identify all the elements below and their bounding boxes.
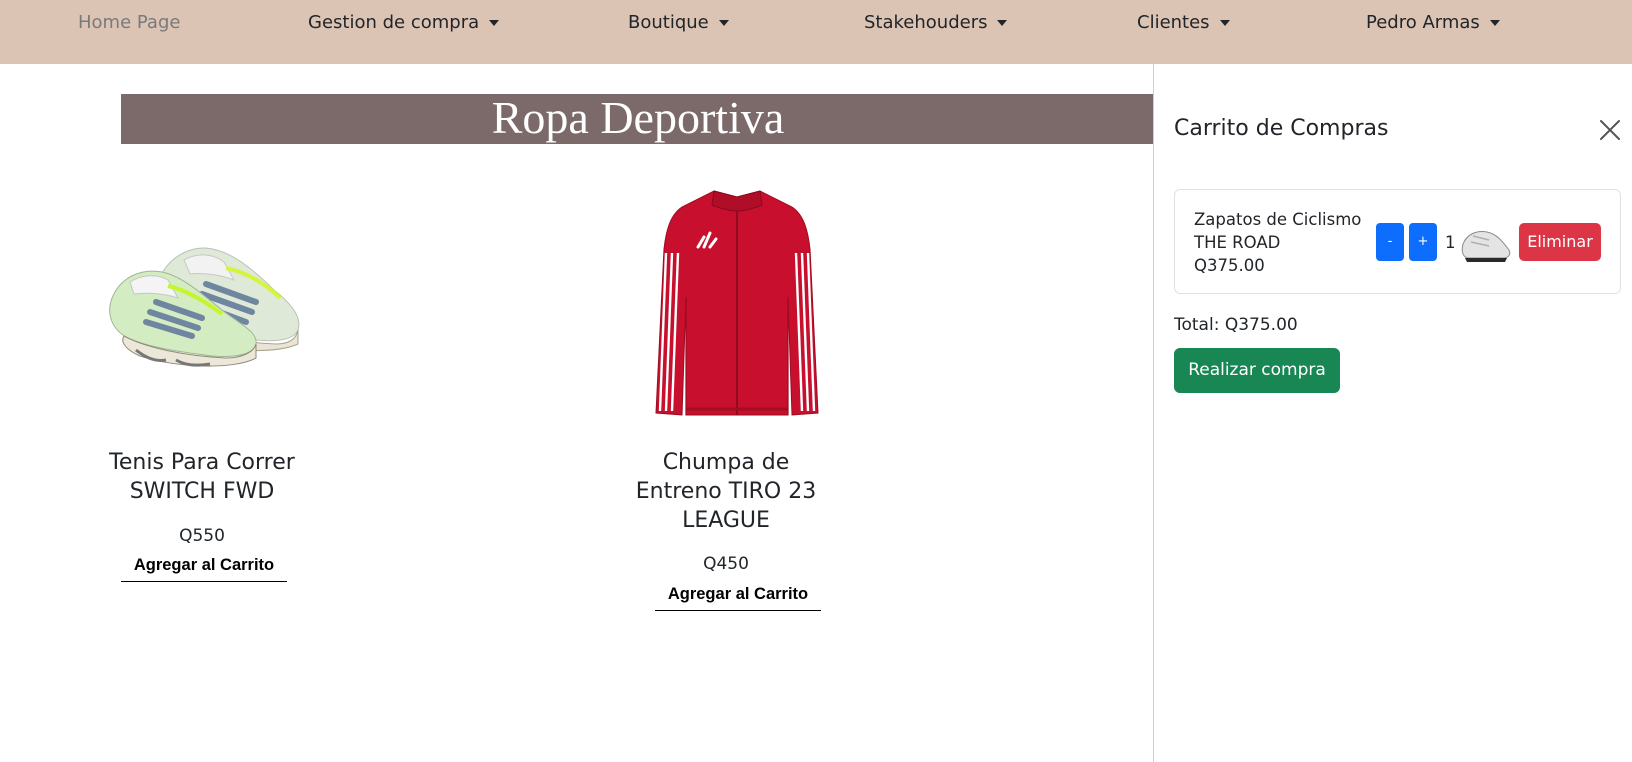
caret-down-icon bbox=[489, 19, 500, 26]
top-navbar: Home Page Gestion de compra Boutique Sta… bbox=[0, 0, 1632, 64]
checkout-button[interactable]: Realizar compra bbox=[1174, 348, 1340, 393]
nav-clientes-dropdown[interactable]: Clientes bbox=[1137, 12, 1230, 33]
nav-home-label: Home Page bbox=[78, 12, 181, 33]
caret-down-icon bbox=[1489, 19, 1500, 26]
category-banner: Ropa Deportiva bbox=[121, 94, 1155, 144]
cart-offcanvas: Carrito de Compras Zapatos de Ciclismo T… bbox=[1153, 64, 1632, 762]
nav-stakeholders-label: Stakehouders bbox=[864, 12, 988, 33]
nav-user-dropdown[interactable]: Pedro Armas bbox=[1366, 12, 1500, 33]
nav-boutique-dropdown[interactable]: Boutique bbox=[628, 12, 729, 33]
nav-user-label: Pedro Armas bbox=[1366, 12, 1480, 33]
decrease-quantity-button[interactable]: - bbox=[1376, 223, 1404, 261]
caret-down-icon bbox=[1219, 19, 1230, 26]
product-name: Chumpa de Entreno TIRO 23 LEAGUE bbox=[635, 450, 817, 533]
cart-total: Total: Q375.00 bbox=[1174, 315, 1298, 335]
cart-item-name: Zapatos de Ciclismo THE ROAD bbox=[1194, 210, 1362, 252]
cart-item: Zapatos de Ciclismo THE ROAD Q375.00 - +… bbox=[1174, 189, 1621, 294]
add-to-cart-button[interactable]: Agregar al Carrito bbox=[655, 585, 821, 611]
caret-down-icon bbox=[997, 19, 1008, 26]
remove-item-button[interactable]: Eliminar bbox=[1519, 223, 1601, 261]
nav-boutique-label: Boutique bbox=[628, 12, 709, 33]
cart-item-quantity: 1 bbox=[1445, 233, 1456, 252]
running-shoes-image bbox=[109, 247, 300, 367]
product-name: Tenis Para Correr SWITCH FWD bbox=[109, 450, 295, 504]
red-track-jacket-image bbox=[655, 190, 819, 416]
nav-gestion-de-compra-dropdown[interactable]: Gestion de compra bbox=[308, 12, 500, 33]
increase-quantity-button[interactable]: + bbox=[1409, 223, 1437, 261]
close-icon[interactable] bbox=[1599, 119, 1621, 141]
cart-item-price: Q375.00 bbox=[1194, 256, 1265, 275]
cycling-shoe-thumbnail bbox=[1461, 231, 1511, 262]
product-price: Q550 bbox=[179, 526, 225, 546]
product-price: Q450 bbox=[703, 554, 749, 574]
add-to-cart-button[interactable]: Agregar al Carrito bbox=[121, 556, 287, 582]
nav-clientes-label: Clientes bbox=[1137, 12, 1210, 33]
nav-gestion-label: Gestion de compra bbox=[308, 12, 480, 33]
caret-down-icon bbox=[718, 19, 729, 26]
nav-home-link[interactable]: Home Page bbox=[78, 12, 180, 33]
cart-title: Carrito de Compras bbox=[1174, 116, 1389, 141]
nav-stakeholders-dropdown[interactable]: Stakehouders bbox=[864, 12, 1008, 33]
